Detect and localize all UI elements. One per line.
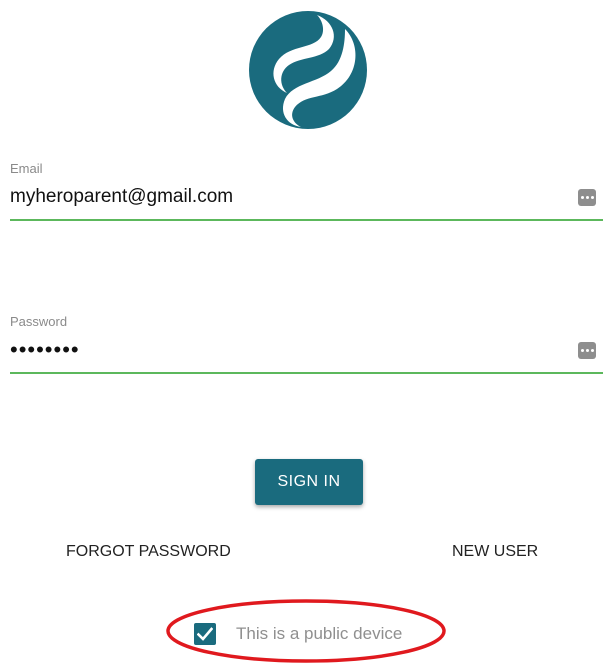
forgot-password-link[interactable]: FORGOT PASSWORD — [66, 541, 231, 563]
sign-in-button[interactable]: SIGN IN — [255, 459, 363, 505]
checkmark-icon — [197, 627, 213, 641]
password-field-group: Password — [10, 314, 603, 374]
password-field-row — [10, 330, 603, 374]
email-field-row — [10, 177, 603, 221]
public-device-option[interactable]: This is a public device — [194, 621, 402, 647]
public-device-label: This is a public device — [236, 624, 403, 643]
new-user-link[interactable]: NEW USER — [452, 541, 538, 563]
email-field-group: Email — [10, 161, 603, 221]
password-label: Password — [10, 314, 68, 329]
public-device-checkbox[interactable] — [194, 623, 216, 645]
password-input[interactable] — [10, 336, 550, 364]
email-input[interactable] — [10, 183, 550, 211]
brand-logo-icon — [249, 11, 367, 129]
password-manager-icon[interactable] — [578, 189, 596, 206]
email-label: Email — [10, 161, 43, 176]
password-manager-icon[interactable] — [578, 342, 596, 359]
